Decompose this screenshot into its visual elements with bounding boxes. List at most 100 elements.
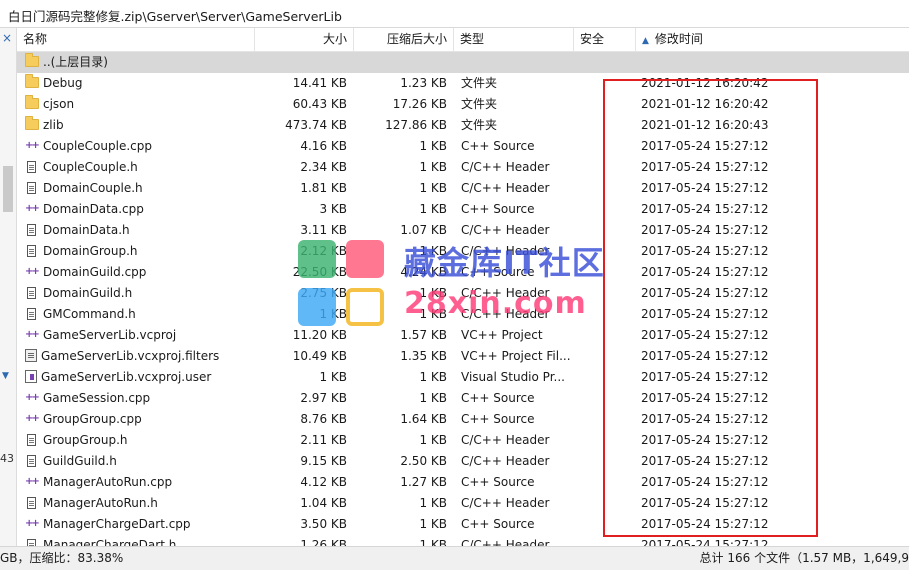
file-name: CoupleCouple.cpp: [43, 139, 152, 153]
file-name-cell: DomainCouple.h: [25, 178, 257, 199]
column-header-name-label: 名称: [23, 32, 48, 46]
file-size: [257, 52, 347, 73]
file-name: DomainGuild.cpp: [43, 265, 147, 279]
chevron-down-icon[interactable]: ▼: [2, 371, 9, 381]
file-compressed-size: 17.26 KB: [392, 97, 447, 111]
header-file-icon: [27, 496, 36, 509]
file-compressed-size: 127.86 KB: [385, 118, 447, 132]
file-compressed-size: 1.64 KB: [400, 412, 447, 426]
file-name-cell: DomainData.h: [25, 220, 257, 241]
file-name-cell: DomainGuild.h: [25, 283, 257, 304]
cpp-source-icon: ++: [25, 140, 40, 151]
file-name: ManagerChargeDart.cpp: [43, 517, 191, 531]
file-compressed-size: 2.50 KB: [400, 454, 447, 468]
file-name-cell: DomainGroup.h: [25, 241, 257, 262]
file-type: C/C++ Header: [461, 454, 550, 468]
file-name-cell: ++ DomainData.cpp: [25, 199, 257, 220]
column-header-modified[interactable]: ▲ 修改时间: [636, 28, 909, 51]
file-type: C++ Source: [461, 475, 535, 489]
file-name-cell: ManagerChargeDart.h: [25, 535, 257, 546]
file-size: 60.43 KB: [292, 97, 347, 111]
header-file-icon: [27, 433, 36, 446]
status-compression-ratio: GB，压缩比：83.38%: [0, 551, 124, 565]
path-bar[interactable]: 白日门源码完整修复.zip\Gserver\Server\GameServerL…: [0, 0, 909, 28]
file-type: C++ Source: [461, 517, 535, 531]
watermark-logo-square: [298, 288, 336, 326]
file-name-cell: CoupleCouple.h: [25, 157, 257, 178]
header-file-icon: [27, 454, 36, 467]
file-name-cell: ++ GameSession.cpp: [25, 388, 257, 409]
file-size: 4.12 KB: [300, 475, 347, 489]
file-name: GameServerLib.vcproj: [43, 328, 177, 342]
file-type: C++ Source: [461, 139, 535, 153]
file-name: DomainData.h: [43, 223, 130, 237]
watermark-logo-square: [346, 288, 384, 326]
file-compressed-size: 1 KB: [419, 517, 447, 531]
column-header-security[interactable]: 安全: [574, 28, 636, 51]
header-file-icon: [27, 286, 36, 299]
left-pane-scrollbar-thumb[interactable]: [3, 166, 13, 212]
file-size: 10.49 KB: [292, 349, 347, 363]
file-type: C++ Source: [461, 391, 535, 405]
file-name: DomainData.cpp: [43, 202, 144, 216]
file-type: C/C++ Header: [461, 181, 550, 195]
column-header-compressed[interactable]: 压缩后大小: [354, 28, 454, 51]
cpp-source-icon: ++: [25, 329, 40, 340]
column-header-security-label: 安全: [580, 32, 605, 46]
cpp-source-icon: ++: [25, 266, 40, 277]
file-size: 4.16 KB: [300, 139, 347, 153]
file-name-cell: GroupGroup.h: [25, 430, 257, 451]
file-name-cell: ++ GroupGroup.cpp: [25, 409, 257, 430]
column-header-size[interactable]: 大小: [255, 28, 354, 51]
sort-ascending-icon: ▲: [642, 36, 649, 46]
file-compressed-size: 1 KB: [419, 538, 447, 546]
file-name-cell: GuildGuild.h: [25, 451, 257, 472]
file-name: GuildGuild.h: [43, 454, 117, 468]
file-name: cjson: [43, 97, 75, 111]
file-type: C/C++ Header: [461, 496, 550, 510]
file-name: GroupGroup.h: [43, 433, 128, 447]
file-size: 2.34 KB: [300, 160, 347, 174]
file-name-cell: ManagerAutoRun.h: [25, 493, 257, 514]
file-name-cell: ++ CoupleCouple.cpp: [25, 136, 257, 157]
parent-directory-row[interactable]: ..(上层目录): [17, 52, 909, 73]
file-type: [461, 52, 579, 73]
file-type: VC++ Project Fil...: [461, 349, 571, 363]
column-header-name[interactable]: 名称: [17, 28, 255, 51]
file-name-cell: GMCommand.h: [25, 304, 257, 325]
file-type: C/C++ Header: [461, 160, 550, 174]
file-compressed-size: 1.27 KB: [400, 475, 447, 489]
file-type: C++ Source: [461, 412, 535, 426]
file-size: 9.15 KB: [300, 454, 347, 468]
column-header-type-label: 类型: [460, 32, 485, 46]
header-file-icon: [27, 223, 36, 236]
folder-icon: [25, 74, 39, 88]
header-file-icon: [27, 538, 36, 546]
file-type: C/C++ Header: [461, 433, 550, 447]
file-name-cell: ++ ManagerChargeDart.cpp: [25, 514, 257, 535]
file-compressed-size: 1 KB: [419, 391, 447, 405]
file-type: C++ Source: [461, 202, 535, 216]
left-pane-partial-text: 43: [0, 452, 14, 465]
cpp-source-icon: ++: [25, 413, 40, 424]
file-type: Visual Studio Pr...: [461, 370, 565, 384]
file-size: 473.74 KB: [285, 118, 347, 132]
file-type: C/C++ Header: [461, 538, 550, 546]
file-name: DomainGroup.h: [43, 244, 138, 258]
user-settings-file-icon: [25, 370, 37, 383]
column-header-type[interactable]: 类型: [454, 28, 574, 51]
file-type: 文件夹: [461, 118, 498, 132]
file-name: zlib: [43, 118, 64, 132]
file-compressed-size: 1 KB: [419, 181, 447, 195]
close-icon[interactable]: ×: [2, 31, 12, 45]
cpp-source-icon: ++: [25, 392, 40, 403]
status-bar: GB，压缩比：83.38% 总计 166 个文件（1.57 MB，1,649,9: [0, 546, 909, 570]
file-size: 1 KB: [319, 370, 347, 384]
file-size: 1.04 KB: [300, 496, 347, 510]
column-header-size-label: 大小: [322, 32, 347, 46]
folder-icon: [25, 95, 39, 109]
file-name: GMCommand.h: [43, 307, 136, 321]
header-file-icon: [27, 307, 36, 320]
file-size: 3.50 KB: [300, 517, 347, 531]
file-compressed-size: 1 KB: [419, 139, 447, 153]
